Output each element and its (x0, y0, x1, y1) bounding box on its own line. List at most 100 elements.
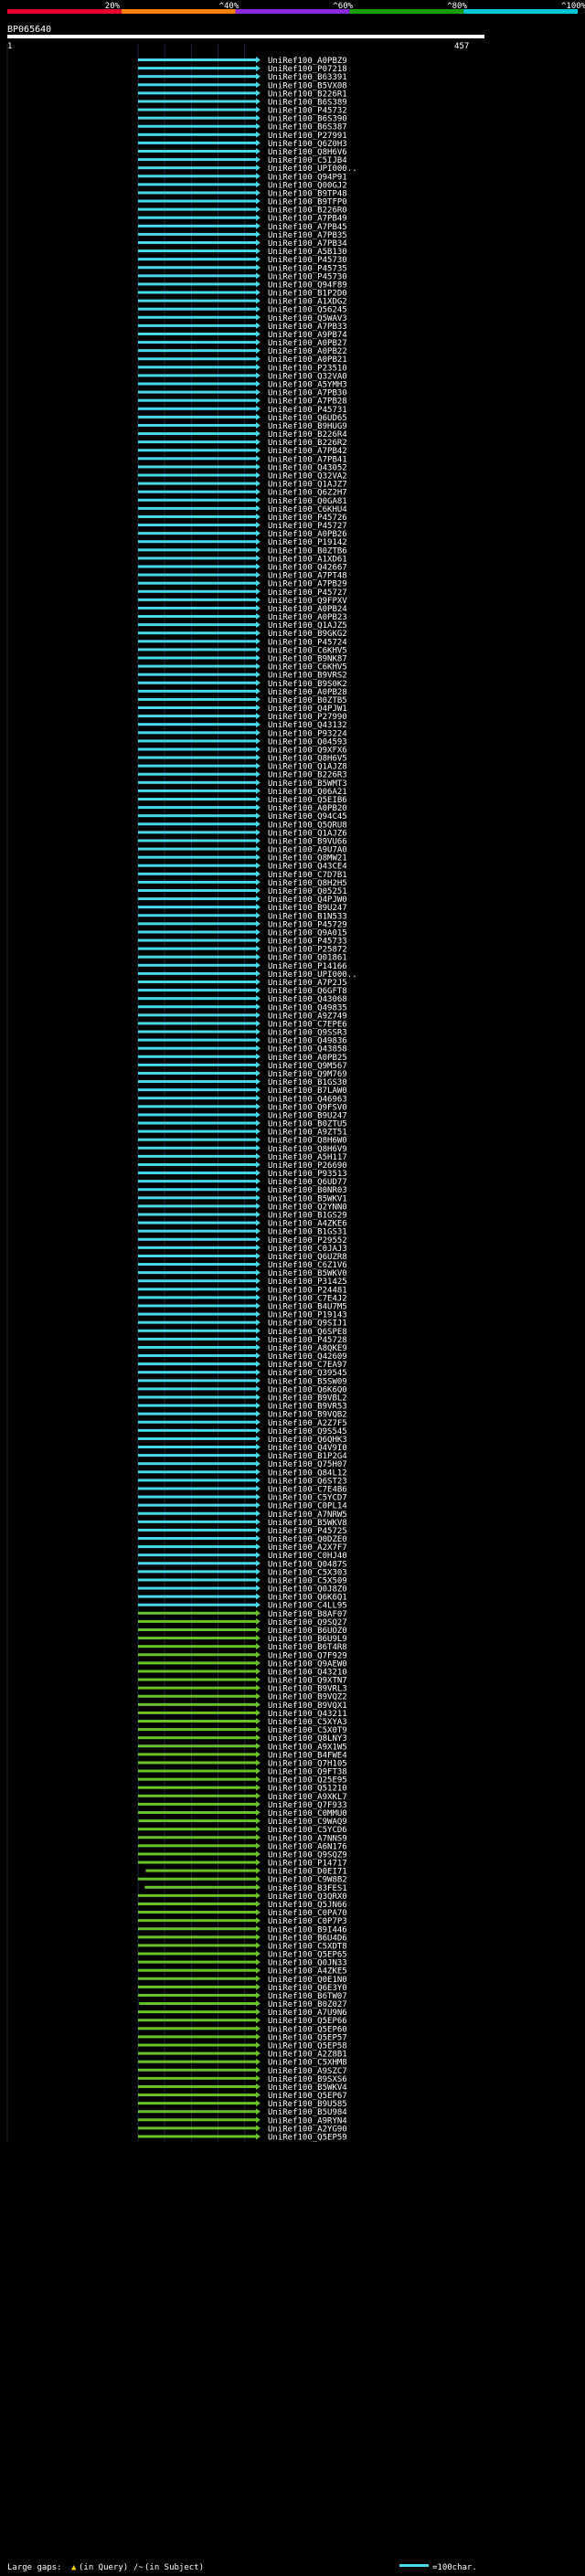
hit-arrow (256, 928, 261, 936)
hit-arrow (256, 995, 261, 1002)
hit-arrow (256, 339, 261, 346)
hit-arrow (256, 904, 261, 911)
colorbar-tick-label: ^40% (219, 2, 239, 11)
legend: Large gaps: ▲ (in Query) /~ (in Subject)… (7, 2563, 477, 2572)
hit-bar (138, 1836, 256, 1839)
hit-arrow (256, 1119, 261, 1127)
hit-bar (138, 1777, 256, 1781)
hit-arrow (256, 405, 261, 412)
hit-bar (138, 1271, 256, 1275)
hit-arrow (256, 488, 261, 495)
hit-arrow (256, 1161, 261, 1168)
hit-bar (138, 1736, 256, 1740)
hit-arrow (256, 596, 261, 603)
hit-labels: UniRef100_A0PBZ9UniRef100_P07218UniRef10… (268, 57, 357, 2143)
hit-arrow (256, 705, 261, 712)
hit-arrow (256, 1792, 261, 1799)
hit-arrow (256, 1020, 261, 1027)
hit-bar (138, 1138, 256, 1141)
hit-arrow (256, 1244, 261, 1251)
hit-arrow (256, 513, 261, 520)
hit-arrow (256, 1435, 261, 1442)
hit-arrow (256, 1203, 261, 1210)
hit-arrow (256, 663, 261, 670)
hit-bar (138, 573, 256, 577)
hit-arrow (256, 713, 261, 720)
hit-bar (138, 1362, 256, 1366)
hit-bar (138, 1204, 256, 1208)
hit-bar (138, 1436, 256, 1440)
hit-bar (138, 166, 256, 170)
hit-bar (138, 822, 256, 826)
hit-arrow (256, 1111, 261, 1118)
hit-arrow (256, 695, 261, 703)
hit-arrow (256, 920, 261, 928)
hit-bar (138, 1129, 256, 1133)
hit-arrow (256, 281, 261, 288)
hit-bar (138, 2110, 256, 2114)
hit-bar (138, 1786, 256, 1789)
hit-bar (138, 1063, 256, 1066)
hit-bar (138, 1702, 256, 1706)
hit-bar (138, 2135, 256, 2138)
hit-bar (138, 1479, 256, 1482)
hit-arrow (256, 1734, 261, 1742)
hit-arrow (256, 1526, 261, 1533)
hit-arrow (256, 1759, 261, 1766)
hit-bar (138, 258, 256, 261)
hit-bar (138, 780, 256, 784)
hit-arrow (256, 421, 261, 429)
hit-bar (138, 581, 256, 585)
hit-bar (138, 116, 256, 120)
hit-arrow (256, 1593, 261, 1600)
hit-bar (138, 1968, 256, 1972)
hit-bar (138, 839, 256, 843)
hit-bar (138, 1221, 256, 1224)
hit-bar (138, 1312, 256, 1316)
hit-bar (138, 1379, 256, 1383)
hit-arrow (256, 189, 261, 196)
hit-bar (138, 1810, 256, 1814)
hit-bar (138, 1528, 256, 1532)
hit-arrow (256, 1842, 261, 1850)
hit-arrow (256, 1826, 261, 1833)
hit-arrow (256, 522, 261, 529)
hit-bar (138, 291, 256, 294)
hit-arrow (256, 1975, 261, 1982)
hit-bar (138, 2118, 256, 2122)
hit-bar (138, 798, 256, 801)
hit-arrow (256, 1302, 261, 1309)
hit-bar (138, 997, 256, 1001)
hit-bar (138, 1105, 256, 1108)
hit-bar (138, 1097, 256, 1100)
hit-bar (138, 1927, 256, 1931)
hit-bar (138, 524, 256, 527)
hit-arrow (256, 1452, 261, 1459)
hit-bar (138, 2084, 256, 2088)
hit-arrow (256, 1335, 261, 1342)
hit-arrow (256, 1709, 261, 1716)
hit-arrow (256, 1892, 261, 1899)
hit-bar (138, 1586, 256, 1590)
hit-bar (138, 1637, 256, 1640)
hit-bar (138, 473, 256, 477)
hit-bar (138, 1146, 256, 1150)
hit-bar (138, 1603, 256, 1606)
hit-arrow (256, 1012, 261, 1019)
hit-bar (138, 1237, 256, 1241)
hit-arrow (256, 1743, 261, 1750)
hit-bar (138, 1919, 256, 1923)
hit-bar (145, 1869, 256, 1872)
hit-bar (138, 158, 256, 162)
hit-arrow (256, 2009, 261, 2016)
hit-bar (138, 1080, 256, 1084)
hit-bar (138, 1720, 256, 1723)
hit-arrow (256, 588, 261, 595)
colorbar-tick-label: ^60% (333, 2, 353, 11)
hit-bar (138, 382, 256, 386)
hit-bar (138, 423, 256, 427)
hit-arrow (256, 770, 261, 778)
hit-bar (138, 1595, 256, 1598)
hit-arrow (256, 1958, 261, 1966)
ruler-start-label: 1 (7, 42, 12, 51)
